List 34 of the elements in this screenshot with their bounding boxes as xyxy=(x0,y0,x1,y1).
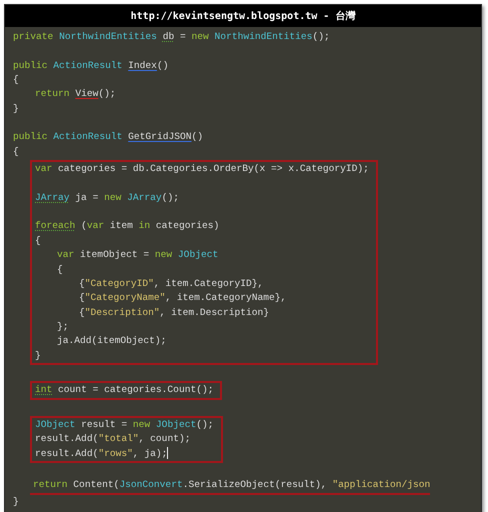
code-underline: db xyxy=(162,31,174,42)
code-underline: View xyxy=(75,88,98,100)
code-line: private NorthwindEntities db = new NorthwindEntities(); xyxy=(13,30,330,44)
code-line: public ActionResult Index() xyxy=(13,58,168,73)
code-underline: foreach xyxy=(35,220,76,232)
code-line: JObject result = new JObject(); xyxy=(35,418,214,432)
code-underline: Index xyxy=(128,60,157,71)
code-line: return Content(JsonConvert.SerializeObject(result), "application/json xyxy=(33,478,430,492)
text-cursor xyxy=(167,447,168,460)
code-line: } xyxy=(35,348,41,363)
code-line: }; xyxy=(56,320,69,334)
code-line: return View(); xyxy=(34,87,116,102)
code-line: result.Add("total", count); xyxy=(35,432,190,446)
code-underline: int xyxy=(35,384,52,396)
code-line: var categories = db.Categories.OrderBy(x => x.CategoryID); xyxy=(35,162,369,176)
code-line: {"CategoryID", item.CategoryID}, xyxy=(78,276,264,291)
site-url: http://kevintsengtw.blogspot.tw - 台灣 xyxy=(130,10,356,23)
code-line: JArray ja = new JArray(); xyxy=(35,190,179,205)
code-line: public ActionResult GetGridJSON() xyxy=(13,130,204,144)
code-line: } xyxy=(13,102,19,116)
code-line: } xyxy=(13,494,19,509)
code-line: { xyxy=(56,262,63,276)
code-line: int count = categories.Count(); xyxy=(35,383,214,398)
code-line: result.Add("rows", ja); xyxy=(35,446,168,461)
code-underline: GetGridJSON xyxy=(128,131,192,142)
code-line: {"CategoryName", item.CategoryName}, xyxy=(78,291,286,306)
code-line: { xyxy=(13,144,19,159)
code-line: var itemObject = new JObject xyxy=(56,248,218,262)
code-line: ja.Add(itemObject); xyxy=(56,334,166,348)
code-line: { xyxy=(13,73,19,88)
code-underline: JArray xyxy=(35,192,70,203)
code-line: {"Description", item.Description} xyxy=(78,306,269,320)
code-line: foreach (var item in categories) xyxy=(35,219,220,234)
code-line: { xyxy=(35,234,41,248)
